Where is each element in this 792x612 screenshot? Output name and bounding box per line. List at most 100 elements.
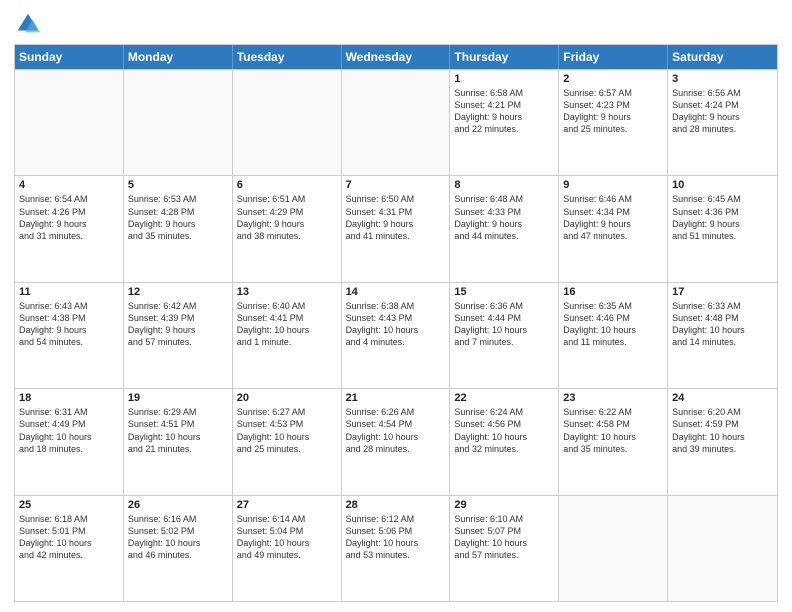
day-number: 11 (19, 286, 119, 298)
day-number: 20 (237, 392, 337, 404)
day-number: 7 (346, 179, 446, 191)
day-info: Sunrise: 6:33 AM Sunset: 4:48 PM Dayligh… (672, 300, 773, 349)
cal-cell: 7Sunrise: 6:50 AM Sunset: 4:31 PM Daylig… (342, 176, 451, 281)
cal-cell (668, 496, 777, 601)
day-number: 14 (346, 286, 446, 298)
day-number: 2 (563, 73, 663, 85)
day-info: Sunrise: 6:36 AM Sunset: 4:44 PM Dayligh… (454, 300, 554, 349)
day-info: Sunrise: 6:27 AM Sunset: 4:53 PM Dayligh… (237, 406, 337, 455)
header-day-tuesday: Tuesday (233, 45, 342, 69)
top-section (14, 10, 778, 38)
cal-cell (342, 70, 451, 175)
day-number: 6 (237, 179, 337, 191)
header-day-friday: Friday (559, 45, 668, 69)
day-number: 15 (454, 286, 554, 298)
day-number: 28 (346, 499, 446, 511)
day-info: Sunrise: 6:45 AM Sunset: 4:36 PM Dayligh… (672, 193, 773, 242)
day-info: Sunrise: 6:58 AM Sunset: 4:21 PM Dayligh… (454, 87, 554, 136)
cal-cell: 3 Sunrise: 6:56 AM Sunset: 4:24 PM Daylig… (668, 70, 777, 175)
cal-cell: 22 Sunrise: 6:24 AM Sunset: 4:56 PM Dayli… (450, 389, 559, 494)
day-number: 5 (128, 179, 228, 191)
day-info: Sunrise: 6:42 AM Sunset: 4:39 PM Dayligh… (128, 300, 228, 349)
day-info: Sunrise: 6:40 AM Sunset: 4:41 PM Dayligh… (237, 300, 337, 349)
cal-cell: 14 Sunrise: 6:38 AM Sunset: 4:43 PM Dayli… (342, 283, 451, 388)
cal-cell: 9Sunrise: 6:46 AM Sunset: 4:34 PM Daylig… (559, 176, 668, 281)
cal-cell: 25 Sunrise: 6:18 AM Sunset: 5:01 PM Dayli… (15, 496, 124, 601)
day-number: 21 (346, 392, 446, 404)
day-number: 4 (19, 179, 119, 191)
cal-cell: 23 Sunrise: 6:22 AM Sunset: 4:58 PM Dayli… (559, 389, 668, 494)
day-number: 9 (563, 179, 663, 191)
cal-cell: 8Sunrise: 6:48 AM Sunset: 4:33 PM Daylig… (450, 176, 559, 281)
cal-cell: 2 Sunrise: 6:57 AM Sunset: 4:23 PM Daylig… (559, 70, 668, 175)
day-info: Sunrise: 6:20 AM Sunset: 4:59 PM Dayligh… (672, 406, 773, 455)
cal-cell: 4 Sunrise: 6:54 AM Sunset: 4:26 PM Daylig… (15, 176, 124, 281)
cal-cell: 18 Sunrise: 6:31 AM Sunset: 4:49 PM Dayli… (15, 389, 124, 494)
cal-cell: 1 Sunrise: 6:58 AM Sunset: 4:21 PM Daylig… (450, 70, 559, 175)
day-number: 26 (128, 499, 228, 511)
page: SundayMondayTuesdayWednesdayThursdayFrid… (0, 0, 792, 612)
cal-cell (559, 496, 668, 601)
cal-cell: 19 Sunrise: 6:29 AM Sunset: 4:51 PM Dayli… (124, 389, 233, 494)
cal-cell: 20 Sunrise: 6:27 AM Sunset: 4:53 PM Dayli… (233, 389, 342, 494)
day-number: 23 (563, 392, 663, 404)
cal-cell: 21 Sunrise: 6:26 AM Sunset: 4:54 PM Dayli… (342, 389, 451, 494)
calendar: SundayMondayTuesdayWednesdayThursdayFrid… (14, 44, 778, 602)
header-day-thursday: Thursday (450, 45, 559, 69)
calendar-row-5: 25 Sunrise: 6:18 AM Sunset: 5:01 PM Dayli… (15, 495, 777, 601)
header-day-wednesday: Wednesday (342, 45, 451, 69)
calendar-row-3: 11 Sunrise: 6:43 AM Sunset: 4:38 PM Dayli… (15, 282, 777, 388)
cal-cell: 17 Sunrise: 6:33 AM Sunset: 4:48 PM Dayli… (668, 283, 777, 388)
day-info: Sunrise: 6:12 AM Sunset: 5:06 PM Dayligh… (346, 513, 446, 562)
day-number: 10 (672, 179, 773, 191)
day-info: Sunrise: 6:10 AM Sunset: 5:07 PM Dayligh… (454, 513, 554, 562)
day-info: Sunrise: 6:16 AM Sunset: 5:02 PM Dayligh… (128, 513, 228, 562)
cal-cell (124, 70, 233, 175)
day-info: Sunrise: 6:53 AM Sunset: 4:28 PM Dayligh… (128, 193, 228, 242)
day-info: Sunrise: 6:24 AM Sunset: 4:56 PM Dayligh… (454, 406, 554, 455)
day-number: 18 (19, 392, 119, 404)
cal-cell: 26 Sunrise: 6:16 AM Sunset: 5:02 PM Dayli… (124, 496, 233, 601)
day-info: Sunrise: 6:29 AM Sunset: 4:51 PM Dayligh… (128, 406, 228, 455)
day-info: Sunrise: 6:54 AM Sunset: 4:26 PM Dayligh… (19, 193, 119, 242)
header-day-monday: Monday (124, 45, 233, 69)
day-number: 22 (454, 392, 554, 404)
header-day-saturday: Saturday (668, 45, 777, 69)
cal-cell: 12 Sunrise: 6:42 AM Sunset: 4:39 PM Dayli… (124, 283, 233, 388)
calendar-header: SundayMondayTuesdayWednesdayThursdayFrid… (15, 45, 777, 69)
day-number: 12 (128, 286, 228, 298)
day-number: 25 (19, 499, 119, 511)
day-info: Sunrise: 6:22 AM Sunset: 4:58 PM Dayligh… (563, 406, 663, 455)
day-info: Sunrise: 6:14 AM Sunset: 5:04 PM Dayligh… (237, 513, 337, 562)
day-info: Sunrise: 6:48 AM Sunset: 4:33 PM Dayligh… (454, 193, 554, 242)
cal-cell: 24Sunrise: 6:20 AM Sunset: 4:59 PM Dayli… (668, 389, 777, 494)
cal-cell: 16 Sunrise: 6:35 AM Sunset: 4:46 PM Dayli… (559, 283, 668, 388)
day-info: Sunrise: 6:38 AM Sunset: 4:43 PM Dayligh… (346, 300, 446, 349)
cal-cell: 15 Sunrise: 6:36 AM Sunset: 4:44 PM Dayli… (450, 283, 559, 388)
calendar-row-4: 18 Sunrise: 6:31 AM Sunset: 4:49 PM Dayli… (15, 388, 777, 494)
day-info: Sunrise: 6:18 AM Sunset: 5:01 PM Dayligh… (19, 513, 119, 562)
cal-cell (15, 70, 124, 175)
day-info: Sunrise: 6:31 AM Sunset: 4:49 PM Dayligh… (19, 406, 119, 455)
day-info: Sunrise: 6:35 AM Sunset: 4:46 PM Dayligh… (563, 300, 663, 349)
cal-cell: 28 Sunrise: 6:12 AM Sunset: 5:06 PM Dayli… (342, 496, 451, 601)
cal-cell (233, 70, 342, 175)
cal-cell: 11 Sunrise: 6:43 AM Sunset: 4:38 PM Dayli… (15, 283, 124, 388)
day-number: 16 (563, 286, 663, 298)
calendar-row-2: 4 Sunrise: 6:54 AM Sunset: 4:26 PM Daylig… (15, 175, 777, 281)
calendar-row-1: 1 Sunrise: 6:58 AM Sunset: 4:21 PM Daylig… (15, 69, 777, 175)
logo (14, 10, 46, 38)
day-info: Sunrise: 6:57 AM Sunset: 4:23 PM Dayligh… (563, 87, 663, 136)
logo-icon (14, 10, 42, 38)
day-number: 17 (672, 286, 773, 298)
day-number: 29 (454, 499, 554, 511)
cal-cell: 29 Sunrise: 6:10 AM Sunset: 5:07 PM Dayli… (450, 496, 559, 601)
day-number: 1 (454, 73, 554, 85)
day-info: Sunrise: 6:43 AM Sunset: 4:38 PM Dayligh… (19, 300, 119, 349)
day-number: 19 (128, 392, 228, 404)
cal-cell: 27Sunrise: 6:14 AM Sunset: 5:04 PM Dayli… (233, 496, 342, 601)
day-info: Sunrise: 6:26 AM Sunset: 4:54 PM Dayligh… (346, 406, 446, 455)
day-info: Sunrise: 6:56 AM Sunset: 4:24 PM Dayligh… (672, 87, 773, 136)
day-number: 3 (672, 73, 773, 85)
day-number: 13 (237, 286, 337, 298)
